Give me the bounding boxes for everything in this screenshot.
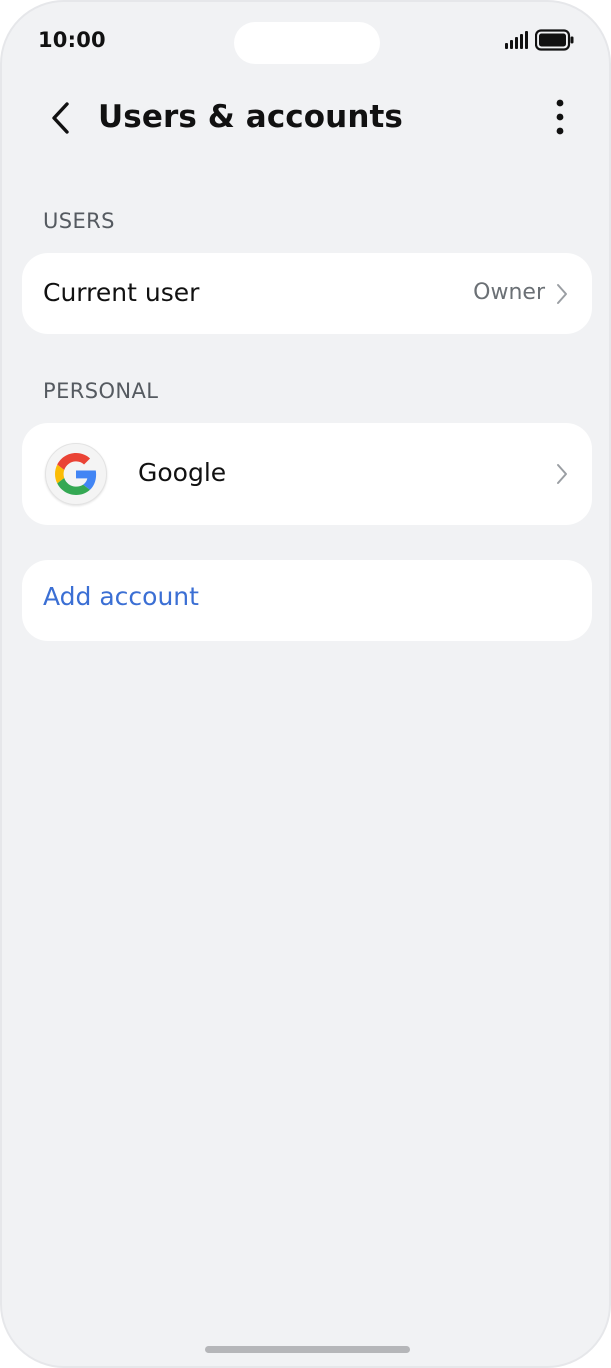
- home-indicator[interactable]: [205, 1346, 410, 1353]
- users-section-label: USERS: [43, 209, 115, 233]
- more-options-button[interactable]: [537, 94, 583, 140]
- current-user-title: Current user: [43, 278, 200, 307]
- chevron-right-icon: [557, 284, 567, 304]
- google-account-row[interactable]: Google: [22, 423, 592, 525]
- status-time: 10:00: [38, 28, 106, 52]
- status-bar: 10:00: [2, 2, 609, 82]
- chevron-right-icon: [557, 464, 567, 484]
- personal-section-label: PERSONAL: [43, 379, 159, 403]
- phone-screen: 10:00 Users & accounts USERS Current use…: [0, 0, 611, 1368]
- google-logo-icon: [45, 443, 107, 505]
- page-title: Users & accounts: [98, 99, 403, 135]
- camera-notch: [234, 22, 380, 64]
- more-vertical-icon: [556, 99, 564, 135]
- google-account-title: Google: [138, 458, 227, 487]
- signal-icon: [505, 31, 529, 49]
- current-user-value: Owner: [473, 280, 545, 305]
- add-account-button[interactable]: Add account: [22, 560, 592, 641]
- app-header: Users & accounts: [2, 82, 609, 152]
- battery-icon: [535, 29, 574, 51]
- status-icons: [505, 28, 575, 52]
- current-user-row[interactable]: Current user Owner: [22, 253, 592, 334]
- chevron-left-icon: [52, 102, 69, 134]
- add-account-label: Add account: [43, 582, 199, 611]
- back-button[interactable]: [38, 95, 84, 141]
